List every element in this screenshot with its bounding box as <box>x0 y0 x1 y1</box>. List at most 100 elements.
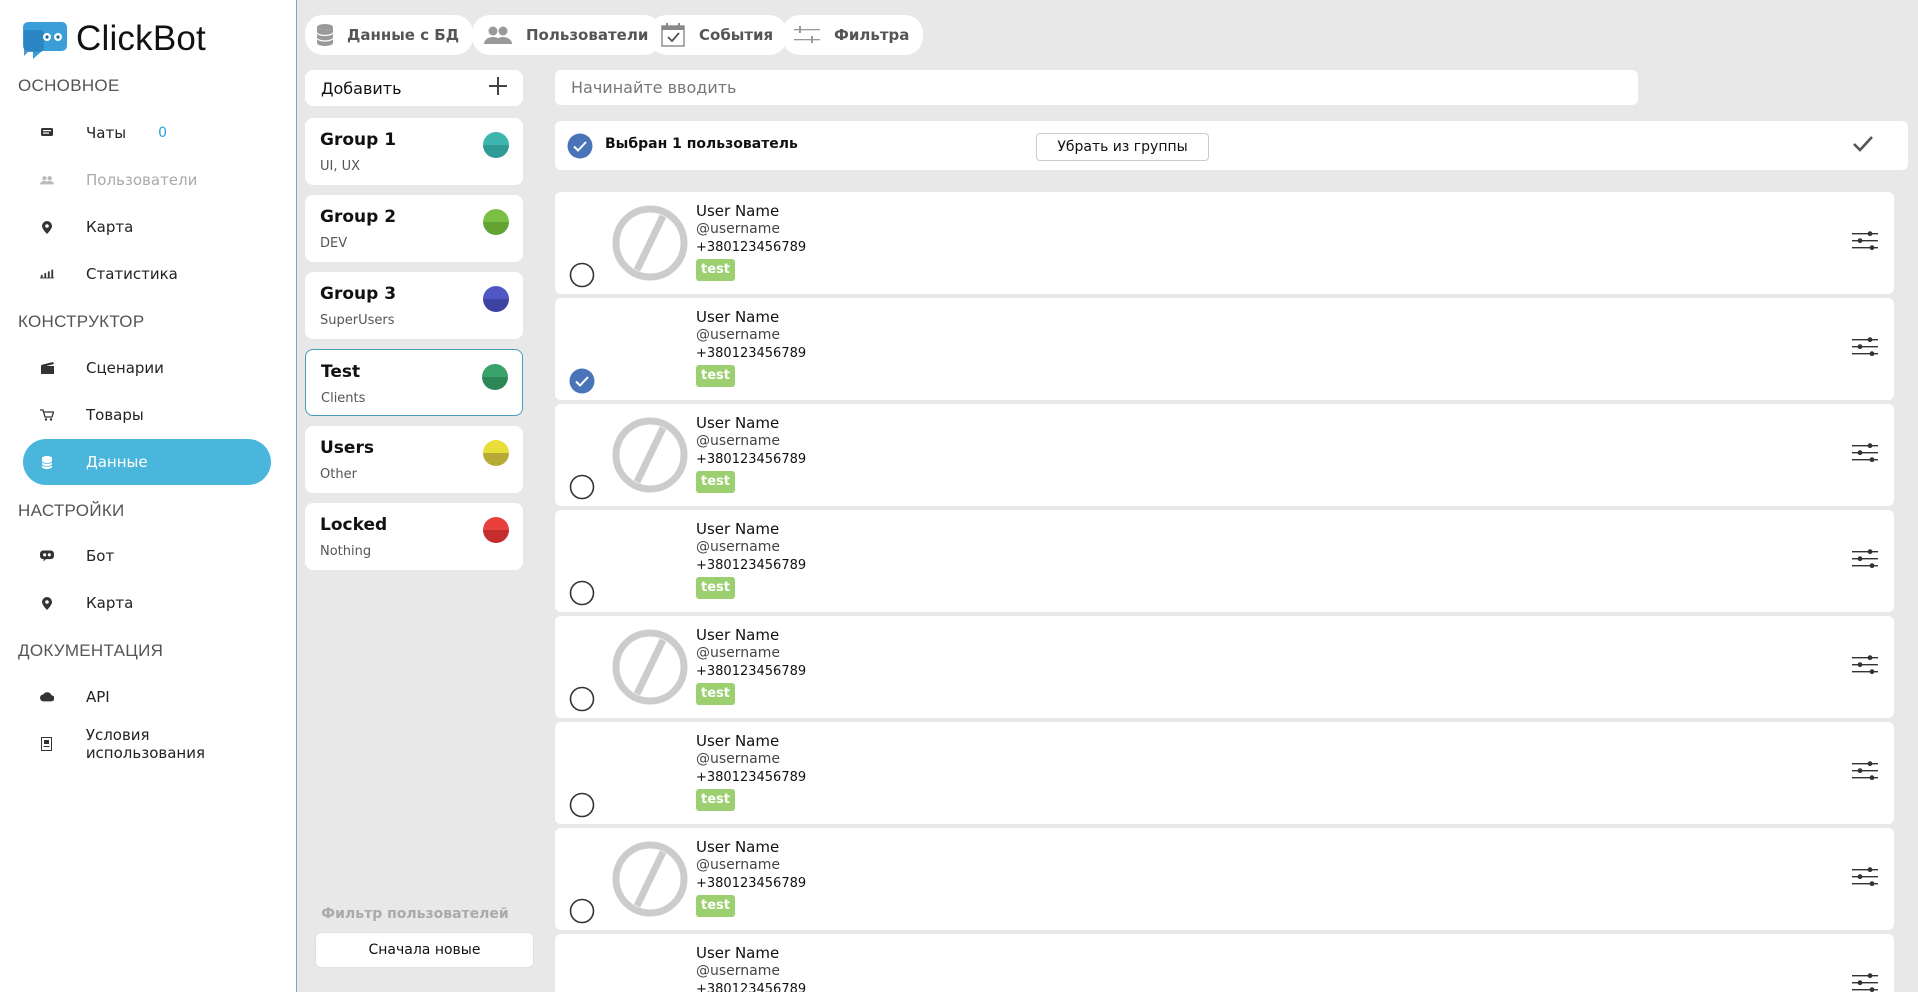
settings-sliders-icon[interactable] <box>1852 972 1878 992</box>
user-card[interactable]: User Name@username+380123456789test <box>555 192 1894 294</box>
user-tag[interactable]: test <box>696 895 735 917</box>
radio-circle-icon[interactable] <box>569 792 595 822</box>
radio-circle-icon[interactable] <box>569 262 595 292</box>
sidebar-item-label: Бот <box>86 547 115 565</box>
user-name: User Name <box>696 944 780 962</box>
settings-sliders-icon[interactable] <box>1852 548 1878 574</box>
group-color-dot <box>482 364 508 390</box>
user-phone: +380123456789 <box>696 770 807 785</box>
sidebar-item-label: Карта <box>86 218 134 236</box>
user-handle: @username <box>696 963 780 979</box>
no-avatar-icon <box>611 840 689 918</box>
sort-newest-button[interactable]: Сначала новые <box>315 932 534 968</box>
sidebar-item-map[interactable]: Карта <box>23 204 271 250</box>
clapper-icon <box>40 361 54 375</box>
user-card[interactable]: User Name@username +380123456789 test <box>555 722 1894 824</box>
user-card[interactable]: User Name@username+380123456789test <box>555 828 1894 930</box>
group-card-selected[interactable]: Test Clients <box>305 349 523 416</box>
sidebar-item-label: Пользователи <box>86 171 198 189</box>
cart-icon <box>40 408 54 422</box>
add-group-button[interactable]: Добавить <box>305 70 523 106</box>
user-handle: @username <box>696 751 780 767</box>
sidebar-item-label: Статистика <box>86 265 178 283</box>
user-phone: +380123456789 <box>696 240 807 255</box>
remove-from-group-button[interactable]: Убрать из группы <box>1036 133 1209 161</box>
radio-circle-icon[interactable] <box>569 580 595 610</box>
settings-sliders-icon[interactable] <box>1852 230 1878 256</box>
tab-filters[interactable]: Фильтра <box>782 15 924 55</box>
group-card[interactable]: Group 3 SuperUsers <box>305 272 523 339</box>
group-color-dot <box>483 209 509 235</box>
user-handle: @username <box>696 645 780 661</box>
user-tag[interactable]: test <box>696 789 735 811</box>
search-input[interactable] <box>555 70 1638 105</box>
selection-count-text: Выбран 1 пользователь <box>605 136 798 152</box>
user-tag[interactable]: test <box>696 259 735 281</box>
map-pin-icon <box>40 596 54 610</box>
sidebar-item-settings-map[interactable]: Карта <box>23 580 271 626</box>
stats-icon <box>40 267 54 281</box>
user-phone: +380123456789 <box>696 982 807 992</box>
radio-circle-icon[interactable] <box>569 686 595 716</box>
users-icon <box>40 173 54 187</box>
settings-sliders-icon[interactable] <box>1852 866 1878 892</box>
tab-label: События <box>699 26 774 44</box>
group-subtitle: UI, UX <box>320 159 361 174</box>
user-handle: @username <box>696 433 780 449</box>
user-card[interactable]: User Name@username+380123456789test <box>555 298 1894 400</box>
group-color-dot <box>483 440 509 466</box>
group-color-dot <box>483 286 509 312</box>
sidebar-item-users[interactable]: Пользователи <box>23 157 271 203</box>
sidebar-item-label: Чаты <box>86 124 127 142</box>
user-name: User Name <box>696 732 780 750</box>
sidebar-item-stats[interactable]: Статистика <box>23 251 271 297</box>
sidebar-item-scenarios[interactable]: Сценарии <box>23 345 271 391</box>
user-handle: @username <box>696 539 780 555</box>
app-logo[interactable]: ClickBot <box>22 18 206 60</box>
user-card[interactable]: User Name@username+380123456789test <box>555 510 1894 612</box>
sidebar-item-label: Карта <box>86 594 134 612</box>
checked-circle-icon[interactable] <box>569 368 595 398</box>
section-title-settings: НАСТРОЙКИ <box>18 501 125 520</box>
user-tag[interactable]: test <box>696 683 735 705</box>
confirm-check-icon[interactable] <box>1852 135 1874 157</box>
settings-sliders-icon[interactable] <box>1852 442 1878 468</box>
checked-circle-icon[interactable] <box>567 133 593 163</box>
group-card[interactable]: Users Other <box>305 426 523 493</box>
sidebar-item-label: Данные <box>86 453 148 471</box>
database-icon <box>40 455 54 469</box>
group-card[interactable]: Group 1 UI, UX <box>305 118 523 185</box>
tab-events[interactable]: События <box>649 15 788 55</box>
user-tag[interactable]: test <box>696 577 735 599</box>
sidebar-item-chats[interactable]: Чаты 0 <box>23 110 271 156</box>
group-card[interactable]: Locked Nothing <box>305 503 523 570</box>
user-card[interactable]: User Name@username+380123456789test <box>555 934 1894 992</box>
group-card[interactable]: Group 2 DEV <box>305 195 523 262</box>
sidebar-item-terms[interactable]: Условия использования <box>23 721 271 767</box>
sidebar-item-label: Товары <box>86 406 144 424</box>
chats-count-badge: 0 <box>158 125 167 141</box>
tab-label: Данные с БД <box>347 26 460 44</box>
tab-db-data[interactable]: Данные с БД <box>305 15 474 55</box>
user-tag[interactable]: test <box>696 471 735 493</box>
user-name: User Name <box>696 414 780 432</box>
user-name: User Name <box>696 838 780 856</box>
settings-sliders-icon[interactable] <box>1852 760 1878 786</box>
group-color-dot <box>483 517 509 543</box>
sidebar-item-api[interactable]: API <box>23 674 271 720</box>
group-name: Group 1 <box>320 130 397 150</box>
settings-sliders-icon[interactable] <box>1852 654 1878 680</box>
tab-users[interactable]: Пользователи <box>472 15 663 55</box>
user-tag[interactable]: test <box>696 365 735 387</box>
user-card[interactable]: User Name@username+380123456789test <box>555 616 1894 718</box>
sidebar-item-products[interactable]: Товары <box>23 392 271 438</box>
bot-icon <box>40 549 54 563</box>
group-subtitle: Nothing <box>320 544 372 559</box>
group-name: Users <box>320 438 374 458</box>
radio-circle-icon[interactable] <box>569 898 595 928</box>
settings-sliders-icon[interactable] <box>1852 336 1878 362</box>
radio-circle-icon[interactable] <box>569 474 595 504</box>
sidebar-item-data[interactable]: Данные <box>23 439 271 485</box>
sidebar-item-bot[interactable]: Бот <box>23 533 271 579</box>
user-card[interactable]: User Name@username+380123456789test <box>555 404 1894 506</box>
